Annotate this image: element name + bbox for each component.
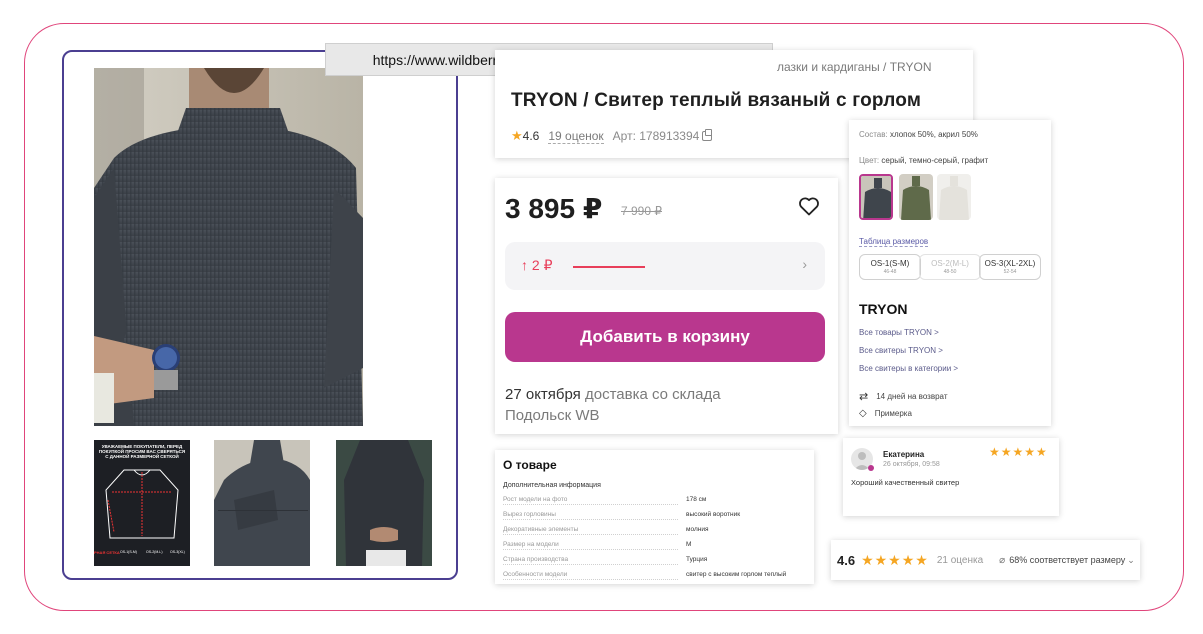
spec-row: Вырез горловины высокий воротник bbox=[503, 511, 808, 521]
spec-key: Декоративные элементы bbox=[503, 526, 678, 535]
star-icon: ★ bbox=[511, 128, 523, 143]
current-price: 3 895 ₽ bbox=[505, 193, 603, 224]
size-chart-col-2: OS-2(M-L) bbox=[146, 550, 163, 554]
size-table-row: Таблица размеров bbox=[859, 237, 929, 247]
warehouse-name: Подольск WB bbox=[505, 407, 600, 424]
spec-row: Декоративные элементы молния bbox=[503, 526, 808, 536]
rating-summary-panel: 4.6 ★★★★★ 21 оценка ⌀ 68% соответствует … bbox=[831, 540, 1140, 580]
size-table-link[interactable]: Таблица размеров bbox=[859, 237, 929, 247]
spec-value: Турция bbox=[686, 556, 708, 563]
tag-icon: ◇ bbox=[859, 408, 867, 419]
breadcrumb[interactable]: лазки и кардиганы / TRYON bbox=[777, 60, 931, 74]
fitting-text: Примерка bbox=[874, 409, 912, 418]
size-chart-col-3: OS-3(XL) bbox=[170, 550, 185, 554]
reviews-link[interactable]: 19 оценок bbox=[548, 129, 604, 144]
color-swatch-white[interactable] bbox=[937, 174, 971, 220]
product-thumbnail-2[interactable] bbox=[214, 440, 310, 566]
spec-value: 178 см bbox=[686, 496, 707, 503]
summary-stars: ★★★★★ bbox=[861, 551, 929, 568]
color-swatch-dark-grey[interactable] bbox=[859, 174, 893, 220]
product-rating: 4.6 bbox=[522, 129, 540, 143]
review-date: 26 октября, 09:58 bbox=[883, 461, 940, 468]
main-product-photo[interactable] bbox=[94, 68, 363, 426]
about-title: О товаре bbox=[503, 458, 557, 472]
size-option-label: OS-1(S-M) bbox=[870, 259, 910, 268]
spec-value: M bbox=[686, 541, 692, 548]
price-change-value: ↑ 2 ₽ bbox=[521, 257, 553, 273]
summary-count[interactable]: 21 оценка bbox=[937, 555, 983, 566]
review-text: Хороший качественный свитер bbox=[851, 478, 960, 487]
price-history-button[interactable]: ↑ 2 ₽ › bbox=[505, 242, 825, 290]
product-gallery: УВАЖАЕМЫЕ ПОКУПАТЕЛИ, ПЕРЕД ПОКУПКОЙ ПРО… bbox=[62, 50, 458, 580]
size-option-2: OS-2(M-L) 48-50 bbox=[919, 254, 981, 280]
online-dot bbox=[868, 465, 874, 471]
size-chart-thumbnail[interactable]: УВАЖАЕМЫЕ ПОКУПАТЕЛИ, ПЕРЕД ПОКУПКОЙ ПРО… bbox=[94, 440, 190, 566]
spec-value: молния bbox=[686, 526, 709, 533]
category-link[interactable]: Все свитеры в категории > bbox=[859, 364, 958, 373]
summary-rating: 4.6 bbox=[837, 552, 856, 568]
color-swatch-olive[interactable] bbox=[899, 174, 933, 220]
product-info-panel: Состав: хлопок 50%, акрил 50% Цвет: серы… bbox=[849, 120, 1051, 426]
brand-name[interactable]: TRYON bbox=[859, 301, 907, 317]
size-chart-col-1: OS-1(S-M) bbox=[120, 550, 137, 554]
spec-row: Размер на модели M bbox=[503, 541, 808, 551]
heart-icon[interactable] bbox=[797, 194, 821, 218]
delivery-info: 27 октября доставка со склада Подольск W… bbox=[505, 384, 825, 426]
spec-row: Страна производства Турция bbox=[503, 556, 808, 566]
fit-percentage: 68% соответствует размеру bbox=[1009, 555, 1126, 565]
size-option-label: OS-3(XL-2XL) bbox=[984, 259, 1036, 268]
spec-key: Страна производства bbox=[503, 556, 678, 565]
spec-row: Рост модели на фото 178 см bbox=[503, 496, 808, 506]
color-row: Цвет: серый, темно-серый, графит bbox=[859, 156, 988, 165]
review-card: Екатерина 26 октября, 09:58 ★★★★★ Хороши… bbox=[843, 438, 1059, 516]
spec-value: свитер с высоким горлом теплый bbox=[686, 571, 787, 578]
size-option-3[interactable]: OS-3(XL-2XL) 52-54 bbox=[979, 254, 1041, 280]
spec-value: высокий воротник bbox=[686, 511, 741, 518]
spec-key: Вырез горловины bbox=[503, 511, 678, 520]
chevron-down-icon[interactable]: ⌄ bbox=[1127, 555, 1135, 566]
review-author: Екатерина bbox=[883, 450, 925, 459]
paperclip-icon: ⌀ bbox=[999, 554, 1006, 566]
size-option-1[interactable]: OS-1(S-M) 46-48 bbox=[859, 254, 921, 280]
spec-key: Особенности модели bbox=[503, 571, 678, 580]
delivery-date: 27 октября bbox=[505, 386, 581, 403]
brand-link-sweaters[interactable]: Все свитеры TRYON > bbox=[859, 346, 943, 355]
product-rating-row: ★4.6 19 оценок Арт: 178913394 bbox=[511, 128, 713, 144]
size-option-sub: 52-54 bbox=[1003, 269, 1017, 275]
size-option-label: OS-2(M-L) bbox=[931, 259, 969, 268]
size-option-sub: 46-48 bbox=[883, 269, 897, 275]
brand-link-all-products[interactable]: Все товары TRYON > bbox=[859, 328, 939, 337]
product-thumbnail-3[interactable] bbox=[336, 440, 432, 566]
color-value: серый, темно-серый, графит bbox=[881, 156, 989, 165]
article-number: Арт: 178913394 bbox=[612, 129, 700, 143]
composition-row: Состав: хлопок 50%, акрил 50% bbox=[859, 130, 978, 139]
spec-key: Рост модели на фото bbox=[503, 496, 678, 505]
old-price: 7 990 ₽ bbox=[621, 204, 662, 218]
about-product-panel: О товаре Дополнительная информация Рост … bbox=[495, 450, 814, 584]
fitting-row: ◇ Примерка bbox=[859, 408, 912, 419]
size-chart-footer: РНАЯ СЕТКА bbox=[94, 550, 120, 555]
return-row: ⇄ 14 дней на возврат bbox=[859, 390, 947, 403]
about-subtitle: Дополнительная информация bbox=[503, 482, 601, 489]
review-stars: ★★★★★ bbox=[989, 445, 1048, 459]
composition-label: Состав: bbox=[859, 130, 888, 139]
delivery-text: доставка со склада bbox=[584, 386, 721, 403]
color-label: Цвет: bbox=[859, 156, 880, 165]
copy-icon[interactable] bbox=[702, 129, 713, 141]
composition-value: хлопок 50%, акрил 50% bbox=[889, 130, 978, 139]
chevron-right-icon: › bbox=[802, 256, 807, 272]
price-change-line bbox=[573, 266, 645, 268]
spec-row: Особенности модели свитер с высоким горло… bbox=[503, 571, 808, 581]
return-text: 14 дней на возврат bbox=[876, 392, 948, 401]
price-panel: 3 895 ₽ 7 990 ₽ ↑ 2 ₽ › Добавить в корзи… bbox=[495, 178, 838, 434]
add-to-cart-button[interactable]: Добавить в корзину bbox=[505, 312, 825, 362]
spec-key: Размер на модели bbox=[503, 541, 678, 550]
size-option-sub: 48-50 bbox=[943, 269, 957, 275]
return-arrows-icon: ⇄ bbox=[859, 391, 869, 403]
product-title: TRYON / Свитер теплый вязаный с горлом bbox=[511, 90, 922, 111]
